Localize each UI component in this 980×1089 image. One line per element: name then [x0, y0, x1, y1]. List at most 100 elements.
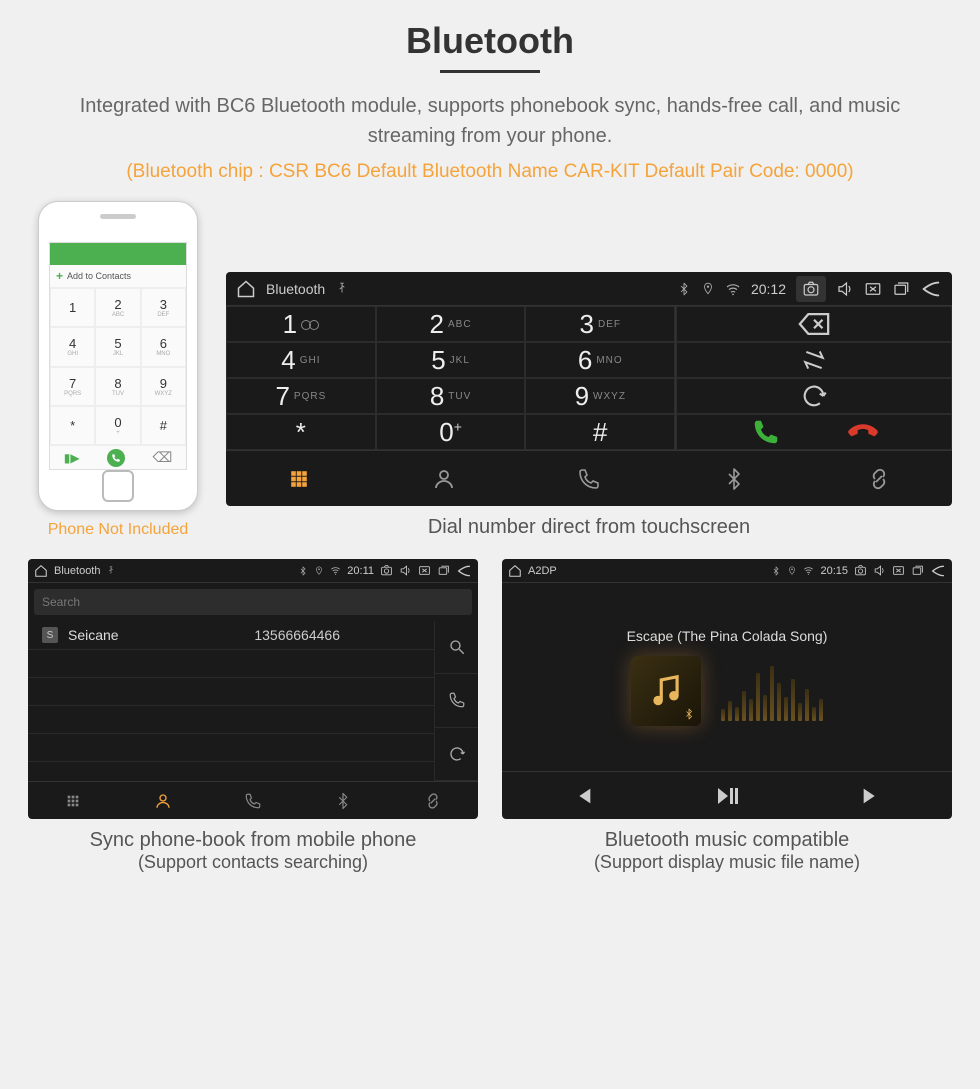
phone-backspace-icon: ⌫: [152, 449, 172, 466]
back-icon[interactable]: [920, 278, 942, 300]
camera-icon[interactable]: [380, 564, 393, 577]
dial-key-4[interactable]: 4GHI: [226, 342, 376, 378]
back-icon[interactable]: [930, 563, 946, 579]
tab-contacts[interactable]: [371, 451, 516, 506]
dial-key-1[interactable]: 1: [226, 306, 376, 342]
wifi-icon: [725, 281, 741, 297]
location-icon: [787, 566, 797, 576]
bluetooth-icon: [298, 566, 308, 576]
phone-key-6: 6MNO: [141, 327, 186, 366]
equalizer: [721, 661, 823, 721]
next-button[interactable]: [860, 785, 882, 807]
bt-specs: (Bluetooth chip : CSR BC6 Default Blueto…: [28, 161, 952, 183]
tab-calllog[interactable]: [516, 451, 661, 506]
dial-key-6[interactable]: 6MNO: [525, 342, 675, 378]
close-app-icon[interactable]: [864, 280, 882, 298]
music-caption: Bluetooth music compatible (Support disp…: [502, 829, 952, 873]
dialer-caption: Dial number direct from touchscreen: [226, 516, 952, 539]
contacts-panel: Bluetooth 20:11 Search SSeicane135666644…: [28, 559, 478, 819]
call-button[interactable]: [751, 417, 781, 447]
tab-bluetooth[interactable]: [662, 451, 807, 506]
phone-mockup: Add to Contacts 12ABC3DEF4GHI5JKL6MNO7PQ…: [38, 201, 198, 511]
dial-key-3[interactable]: 3DEF: [525, 306, 675, 342]
dial-key-5[interactable]: 5JKL: [376, 342, 526, 378]
phone-call-icon: [107, 449, 125, 467]
statusbar-time: 20:15: [820, 565, 848, 577]
contacts-caption: Sync phone-book from mobile phone (Suppo…: [28, 829, 478, 873]
home-icon[interactable]: [236, 279, 256, 299]
search-input[interactable]: Search: [34, 589, 472, 615]
phone-statusbar: [50, 243, 186, 265]
statusbar-time: 20:11: [347, 565, 374, 577]
dial-key-*[interactable]: *: [226, 414, 376, 450]
bluetooth-icon: [677, 282, 691, 296]
title-divider: [440, 70, 540, 73]
side-search-button[interactable]: [435, 621, 478, 674]
dial-key-0[interactable]: 0+: [376, 414, 526, 450]
backspace-button[interactable]: [676, 306, 952, 342]
phone-key-4: 4GHI: [50, 327, 95, 366]
track-title: Escape (The Pina Colada Song): [627, 628, 828, 644]
side-call-button[interactable]: [435, 674, 478, 727]
dial-key-#[interactable]: #: [525, 414, 675, 450]
swap-button[interactable]: [676, 342, 952, 378]
recents-icon[interactable]: [892, 280, 910, 298]
statusbar-title: Bluetooth: [54, 565, 100, 577]
tab-dialpad[interactable]: [28, 782, 118, 819]
dial-key-9[interactable]: 9WXYZ: [525, 378, 675, 414]
phone-key-#: #: [141, 406, 186, 445]
dialer-panel: Bluetooth 20:12 12ABC3DEF 4GHI5JKL6MNO 7PQ…: [226, 272, 952, 506]
page-subtitle: Integrated with BC6 Bluetooth module, su…: [28, 91, 952, 151]
statusbar-time: 20:12: [751, 281, 786, 297]
camera-icon[interactable]: [796, 276, 826, 302]
playpause-button[interactable]: [714, 783, 740, 809]
phone-key-1: 1: [50, 288, 95, 327]
prev-button[interactable]: [572, 785, 594, 807]
phone-key-8: 8TUV: [95, 367, 140, 406]
home-icon[interactable]: [508, 564, 522, 578]
sync-button[interactable]: [676, 378, 952, 414]
dial-key-2[interactable]: 2ABC: [376, 306, 526, 342]
wifi-icon: [803, 565, 814, 576]
volume-icon[interactable]: [836, 280, 854, 298]
phone-key-*: *: [50, 406, 95, 445]
tab-contacts[interactable]: [118, 782, 208, 819]
usb-icon: [106, 566, 116, 576]
contact-row-empty: [28, 734, 434, 762]
volume-icon[interactable]: [399, 564, 412, 577]
contact-row-empty: [28, 706, 434, 734]
tab-pairing[interactable]: [388, 782, 478, 819]
volume-icon[interactable]: [873, 564, 886, 577]
dial-key-8[interactable]: 8TUV: [376, 378, 526, 414]
hangup-button[interactable]: [848, 417, 878, 447]
tab-bluetooth[interactable]: [298, 782, 388, 819]
statusbar-title: A2DP: [528, 565, 557, 577]
recents-icon[interactable]: [437, 564, 450, 577]
bluetooth-icon: [771, 566, 781, 576]
side-sync-button[interactable]: [435, 728, 478, 781]
phone-key-2: 2ABC: [95, 288, 140, 327]
music-panel: A2DP 20:15 Escape (The Pina Colada Song): [502, 559, 952, 819]
camera-icon[interactable]: [854, 564, 867, 577]
phone-caption: Phone Not Included: [48, 521, 189, 539]
phone-key-9: 9WXYZ: [141, 367, 186, 406]
close-app-icon[interactable]: [418, 564, 431, 577]
recents-icon[interactable]: [911, 564, 924, 577]
page-title: Bluetooth: [28, 20, 952, 62]
close-app-icon[interactable]: [892, 564, 905, 577]
location-icon: [314, 566, 324, 576]
home-icon[interactable]: [34, 564, 48, 578]
phone-key-5: 5JKL: [95, 327, 140, 366]
contact-row-empty: [28, 678, 434, 706]
statusbar-title: Bluetooth: [266, 281, 325, 297]
back-icon[interactable]: [456, 563, 472, 579]
phone-key-7: 7PQRS: [50, 367, 95, 406]
phone-video-icon: ▮▶: [64, 451, 80, 465]
dial-key-7[interactable]: 7PQRS: [226, 378, 376, 414]
tab-dialpad[interactable]: [226, 451, 371, 506]
tab-calllog[interactable]: [208, 782, 298, 819]
contact-row[interactable]: SSeicane13566664466: [28, 621, 434, 650]
tab-pairing[interactable]: [807, 451, 952, 506]
phone-add-contacts: Add to Contacts: [50, 265, 186, 288]
contact-row-empty: [28, 650, 434, 678]
